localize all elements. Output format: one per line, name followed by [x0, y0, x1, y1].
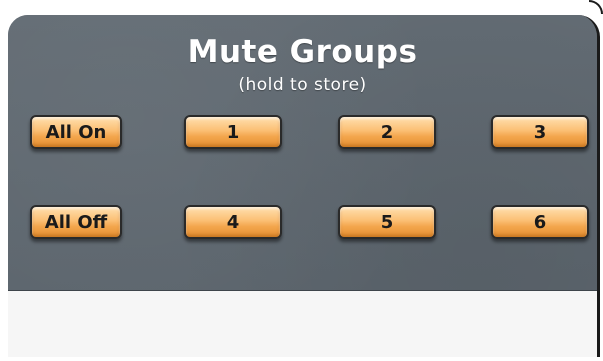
- app-frame: Mute Groups (hold to store) All On 1 2 3…: [0, 0, 603, 361]
- panel-bottom-area: [8, 290, 597, 357]
- top-strip: [0, 0, 603, 14]
- panel-title: Mute Groups: [187, 34, 418, 70]
- mute-group-6-button[interactable]: 6: [491, 205, 589, 239]
- mute-group-3-button[interactable]: 3: [491, 115, 589, 149]
- panel-subtitle: (hold to store): [238, 75, 367, 95]
- mute-group-2-button[interactable]: 2: [338, 115, 436, 149]
- mute-group-1-button[interactable]: 1: [184, 115, 282, 149]
- all-off-button[interactable]: All Off: [30, 205, 122, 239]
- all-on-button[interactable]: All On: [30, 115, 122, 149]
- mute-groups-panel: Mute Groups (hold to store) All On 1 2 3…: [8, 15, 600, 357]
- mute-group-4-button[interactable]: 4: [184, 205, 282, 239]
- mute-group-5-button[interactable]: 5: [338, 205, 436, 239]
